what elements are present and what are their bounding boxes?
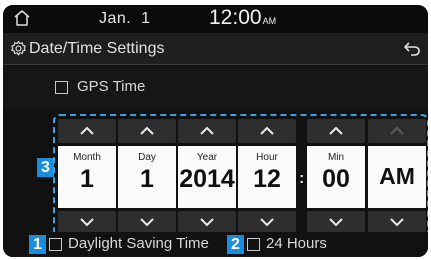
- chevron-down-icon: [200, 218, 214, 227]
- callout-badge-1: 1: [29, 235, 46, 254]
- date-time-picker: Month 1 Day 1 Year 2014 Hour 12: Min 00…: [53, 114, 428, 239]
- ampm-value-box: AM: [368, 146, 426, 208]
- title-bar: Date/Time Settings: [3, 33, 428, 65]
- month-up-button[interactable]: [58, 119, 116, 143]
- gps-time-label: GPS Time: [77, 78, 146, 95]
- ampm-column: AM: [368, 119, 426, 238]
- 24-hours-checkbox[interactable]: [247, 238, 260, 251]
- year-label: Year: [196, 152, 218, 163]
- gps-time-row[interactable]: GPS Time: [3, 66, 428, 108]
- chevron-up-icon: [329, 126, 343, 135]
- gear-icon: [10, 40, 27, 57]
- 24-hours-label[interactable]: 24 Hours: [266, 235, 327, 252]
- ampm-up-button[interactable]: [368, 119, 426, 143]
- status-time: 12:00AM: [209, 6, 276, 30]
- daylight-saving-label[interactable]: Daylight Saving Time: [68, 235, 209, 252]
- daylight-saving-checkbox[interactable]: [49, 238, 62, 251]
- minute-label: Min: [327, 152, 345, 163]
- home-icon[interactable]: [13, 9, 31, 27]
- chevron-down-icon: [329, 218, 343, 227]
- hour-column: Hour 12: [238, 119, 296, 238]
- chevron-up-icon: [140, 126, 154, 135]
- day-column: Day 1: [118, 119, 176, 238]
- hour-value-box: Hour 12: [238, 146, 296, 208]
- status-ampm: AM: [262, 16, 277, 26]
- chevron-down-icon: [80, 218, 94, 227]
- status-date: Jan. 1: [99, 10, 151, 27]
- chevron-up-icon: [390, 126, 404, 135]
- status-bar: Jan. 1 12:00AM: [3, 5, 428, 33]
- options-row: 1 Daylight Saving Time 2 24 Hours: [3, 232, 428, 257]
- gps-time-checkbox[interactable]: [55, 81, 68, 94]
- chevron-up-icon: [200, 126, 214, 135]
- chevron-down-icon: [260, 218, 274, 227]
- chevron-down-icon: [390, 218, 404, 227]
- callout-badge-3: 3: [37, 158, 54, 177]
- month-value-box: Month 1: [58, 146, 116, 208]
- minute-value: 00: [322, 165, 350, 193]
- month-column: Month 1: [58, 119, 116, 238]
- time-separator: :: [299, 170, 305, 187]
- hour-value: 12: [253, 165, 281, 193]
- minute-up-button[interactable]: [307, 119, 365, 143]
- page-title: Date/Time Settings: [29, 40, 165, 57]
- back-arrow-icon[interactable]: [403, 41, 421, 57]
- callout-badge-2: 2: [227, 235, 244, 254]
- day-up-button[interactable]: [118, 119, 176, 143]
- day-label: Day: [138, 152, 156, 163]
- status-time-value: 12:00: [209, 6, 262, 29]
- hour-label: Hour: [256, 152, 278, 163]
- minute-value-box: Min 00: [307, 146, 365, 208]
- day-value-box: Day 1: [118, 146, 176, 208]
- year-column: Year 2014: [178, 119, 236, 238]
- minute-column: Min 00: [307, 119, 365, 238]
- year-value: 2014: [179, 165, 235, 193]
- ampm-value: AM: [379, 163, 415, 189]
- chevron-up-icon: [260, 126, 274, 135]
- month-label: Month: [73, 152, 101, 163]
- chevron-down-icon: [140, 218, 154, 227]
- year-value-box: Year 2014: [178, 146, 236, 208]
- day-value: 1: [140, 165, 154, 193]
- year-up-button[interactable]: [178, 119, 236, 143]
- head-unit-screen: Jan. 1 12:00AM Date/Time Settings GPS Ti…: [3, 5, 428, 257]
- hour-up-button[interactable]: [238, 119, 296, 143]
- month-value: 1: [80, 165, 94, 193]
- chevron-up-icon: [80, 126, 94, 135]
